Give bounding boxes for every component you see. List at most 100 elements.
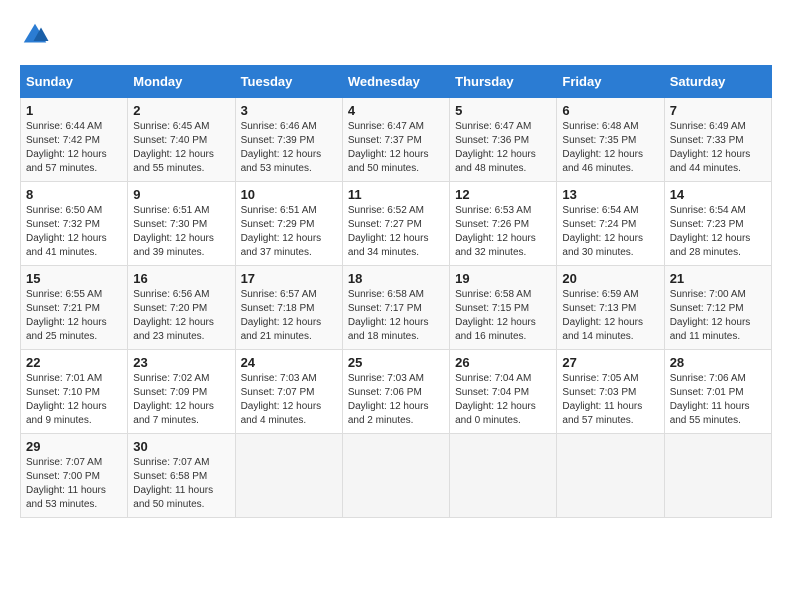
day-info: Sunrise: 7:04 AM Sunset: 7:04 PM Dayligh…	[455, 372, 551, 428]
calendar-cell: 12 Sunrise: 6:53 AM Sunset: 7:26 PM Dayl…	[450, 182, 557, 266]
day-info: Sunrise: 6:54 AM Sunset: 7:23 PM Dayligh…	[670, 204, 766, 260]
day-number: 11	[348, 187, 444, 202]
day-number: 7	[670, 103, 766, 118]
day-number: 8	[26, 187, 122, 202]
day-number: 21	[670, 271, 766, 286]
day-header-thursday: Thursday	[450, 66, 557, 98]
day-info: Sunrise: 6:45 AM Sunset: 7:40 PM Dayligh…	[133, 120, 229, 176]
day-info: Sunrise: 6:51 AM Sunset: 7:29 PM Dayligh…	[241, 204, 337, 260]
day-number: 28	[670, 355, 766, 370]
day-info: Sunrise: 6:55 AM Sunset: 7:21 PM Dayligh…	[26, 288, 122, 344]
day-info: Sunrise: 6:58 AM Sunset: 7:15 PM Dayligh…	[455, 288, 551, 344]
calendar-cell: 22 Sunrise: 7:01 AM Sunset: 7:10 PM Dayl…	[21, 350, 128, 434]
calendar-cell: 28 Sunrise: 7:06 AM Sunset: 7:01 PM Dayl…	[664, 350, 771, 434]
day-number: 9	[133, 187, 229, 202]
day-info: Sunrise: 7:03 AM Sunset: 7:07 PM Dayligh…	[241, 372, 337, 428]
calendar-cell: 19 Sunrise: 6:58 AM Sunset: 7:15 PM Dayl…	[450, 266, 557, 350]
day-number: 29	[26, 439, 122, 454]
day-number: 24	[241, 355, 337, 370]
calendar-cell: 23 Sunrise: 7:02 AM Sunset: 7:09 PM Dayl…	[128, 350, 235, 434]
day-info: Sunrise: 6:52 AM Sunset: 7:27 PM Dayligh…	[348, 204, 444, 260]
day-header-tuesday: Tuesday	[235, 66, 342, 98]
calendar-cell: 10 Sunrise: 6:51 AM Sunset: 7:29 PM Dayl…	[235, 182, 342, 266]
day-number: 26	[455, 355, 551, 370]
day-number: 14	[670, 187, 766, 202]
day-info: Sunrise: 7:01 AM Sunset: 7:10 PM Dayligh…	[26, 372, 122, 428]
calendar-cell: 9 Sunrise: 6:51 AM Sunset: 7:30 PM Dayli…	[128, 182, 235, 266]
calendar-cell	[664, 434, 771, 518]
day-info: Sunrise: 6:50 AM Sunset: 7:32 PM Dayligh…	[26, 204, 122, 260]
day-info: Sunrise: 7:02 AM Sunset: 7:09 PM Dayligh…	[133, 372, 229, 428]
week-row-4: 22 Sunrise: 7:01 AM Sunset: 7:10 PM Dayl…	[21, 350, 772, 434]
day-number: 5	[455, 103, 551, 118]
day-info: Sunrise: 6:49 AM Sunset: 7:33 PM Dayligh…	[670, 120, 766, 176]
calendar-cell: 4 Sunrise: 6:47 AM Sunset: 7:37 PM Dayli…	[342, 98, 449, 182]
day-number: 2	[133, 103, 229, 118]
calendar-cell: 7 Sunrise: 6:49 AM Sunset: 7:33 PM Dayli…	[664, 98, 771, 182]
day-info: Sunrise: 6:56 AM Sunset: 7:20 PM Dayligh…	[133, 288, 229, 344]
day-info: Sunrise: 6:54 AM Sunset: 7:24 PM Dayligh…	[562, 204, 658, 260]
day-header-wednesday: Wednesday	[342, 66, 449, 98]
calendar-cell: 15 Sunrise: 6:55 AM Sunset: 7:21 PM Dayl…	[21, 266, 128, 350]
day-number: 18	[348, 271, 444, 286]
calendar: SundayMondayTuesdayWednesdayThursdayFrid…	[20, 65, 772, 518]
day-number: 12	[455, 187, 551, 202]
calendar-cell: 16 Sunrise: 6:56 AM Sunset: 7:20 PM Dayl…	[128, 266, 235, 350]
day-header-monday: Monday	[128, 66, 235, 98]
page-header	[20, 20, 772, 50]
day-number: 17	[241, 271, 337, 286]
calendar-cell	[450, 434, 557, 518]
calendar-cell: 8 Sunrise: 6:50 AM Sunset: 7:32 PM Dayli…	[21, 182, 128, 266]
day-info: Sunrise: 6:47 AM Sunset: 7:37 PM Dayligh…	[348, 120, 444, 176]
day-info: Sunrise: 7:00 AM Sunset: 7:12 PM Dayligh…	[670, 288, 766, 344]
day-number: 4	[348, 103, 444, 118]
day-info: Sunrise: 6:47 AM Sunset: 7:36 PM Dayligh…	[455, 120, 551, 176]
day-number: 22	[26, 355, 122, 370]
day-info: Sunrise: 7:06 AM Sunset: 7:01 PM Dayligh…	[670, 372, 766, 428]
calendar-cell	[557, 434, 664, 518]
calendar-cell: 27 Sunrise: 7:05 AM Sunset: 7:03 PM Dayl…	[557, 350, 664, 434]
calendar-cell: 5 Sunrise: 6:47 AM Sunset: 7:36 PM Dayli…	[450, 98, 557, 182]
calendar-cell: 6 Sunrise: 6:48 AM Sunset: 7:35 PM Dayli…	[557, 98, 664, 182]
calendar-cell: 21 Sunrise: 7:00 AM Sunset: 7:12 PM Dayl…	[664, 266, 771, 350]
calendar-cell	[235, 434, 342, 518]
week-row-1: 1 Sunrise: 6:44 AM Sunset: 7:42 PM Dayli…	[21, 98, 772, 182]
calendar-cell: 2 Sunrise: 6:45 AM Sunset: 7:40 PM Dayli…	[128, 98, 235, 182]
day-number: 27	[562, 355, 658, 370]
logo-icon	[20, 20, 50, 50]
day-number: 19	[455, 271, 551, 286]
day-number: 1	[26, 103, 122, 118]
day-header-friday: Friday	[557, 66, 664, 98]
calendar-cell: 20 Sunrise: 6:59 AM Sunset: 7:13 PM Dayl…	[557, 266, 664, 350]
week-row-3: 15 Sunrise: 6:55 AM Sunset: 7:21 PM Dayl…	[21, 266, 772, 350]
logo	[20, 20, 55, 50]
day-info: Sunrise: 7:03 AM Sunset: 7:06 PM Dayligh…	[348, 372, 444, 428]
day-info: Sunrise: 6:46 AM Sunset: 7:39 PM Dayligh…	[241, 120, 337, 176]
day-info: Sunrise: 6:53 AM Sunset: 7:26 PM Dayligh…	[455, 204, 551, 260]
week-row-2: 8 Sunrise: 6:50 AM Sunset: 7:32 PM Dayli…	[21, 182, 772, 266]
day-info: Sunrise: 6:51 AM Sunset: 7:30 PM Dayligh…	[133, 204, 229, 260]
calendar-cell: 30 Sunrise: 7:07 AM Sunset: 6:58 PM Dayl…	[128, 434, 235, 518]
day-header-saturday: Saturday	[664, 66, 771, 98]
day-number: 23	[133, 355, 229, 370]
day-info: Sunrise: 6:58 AM Sunset: 7:17 PM Dayligh…	[348, 288, 444, 344]
calendar-cell: 24 Sunrise: 7:03 AM Sunset: 7:07 PM Dayl…	[235, 350, 342, 434]
calendar-cell: 11 Sunrise: 6:52 AM Sunset: 7:27 PM Dayl…	[342, 182, 449, 266]
day-info: Sunrise: 6:44 AM Sunset: 7:42 PM Dayligh…	[26, 120, 122, 176]
calendar-cell	[342, 434, 449, 518]
calendar-cell: 13 Sunrise: 6:54 AM Sunset: 7:24 PM Dayl…	[557, 182, 664, 266]
day-number: 13	[562, 187, 658, 202]
day-number: 25	[348, 355, 444, 370]
day-info: Sunrise: 7:07 AM Sunset: 7:00 PM Dayligh…	[26, 456, 122, 512]
calendar-cell: 14 Sunrise: 6:54 AM Sunset: 7:23 PM Dayl…	[664, 182, 771, 266]
calendar-cell: 17 Sunrise: 6:57 AM Sunset: 7:18 PM Dayl…	[235, 266, 342, 350]
day-number: 16	[133, 271, 229, 286]
day-info: Sunrise: 6:48 AM Sunset: 7:35 PM Dayligh…	[562, 120, 658, 176]
day-header-sunday: Sunday	[21, 66, 128, 98]
day-number: 10	[241, 187, 337, 202]
calendar-cell: 25 Sunrise: 7:03 AM Sunset: 7:06 PM Dayl…	[342, 350, 449, 434]
day-number: 3	[241, 103, 337, 118]
week-row-5: 29 Sunrise: 7:07 AM Sunset: 7:00 PM Dayl…	[21, 434, 772, 518]
calendar-cell: 29 Sunrise: 7:07 AM Sunset: 7:00 PM Dayl…	[21, 434, 128, 518]
calendar-cell: 3 Sunrise: 6:46 AM Sunset: 7:39 PM Dayli…	[235, 98, 342, 182]
